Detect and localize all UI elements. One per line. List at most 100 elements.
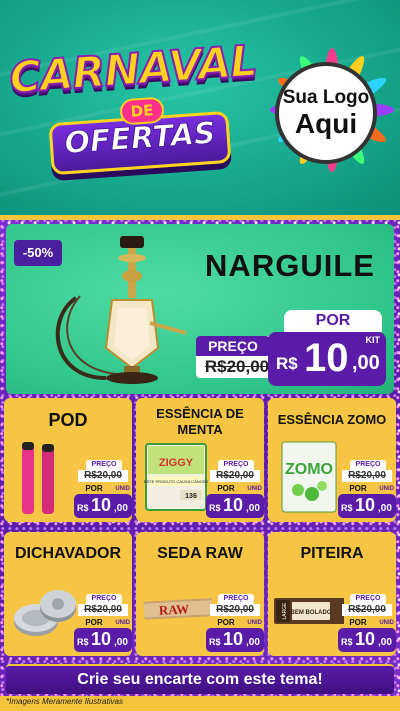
product-card-piteira[interactable]: PITEIRA LARGE BEM BOLADO PREÇO R$20,00 P… — [268, 532, 396, 656]
filter-tips-image: LARGE BEM BOLADO — [274, 598, 344, 624]
price-unit: UNID — [379, 620, 394, 626]
price-label: PREÇO — [218, 594, 254, 604]
price-currency: R$ — [209, 637, 221, 647]
old-price: R$20,00 — [78, 604, 128, 616]
price-integer: 10 — [91, 629, 112, 649]
cta-banner[interactable]: Crie seu encarte com este tema! — [6, 664, 394, 694]
current-price: R$ 10 ,00 UNID — [338, 486, 396, 518]
zomo-essence-image: ZOMO — [281, 441, 337, 513]
logo-text-line1: Sua Logo — [282, 87, 370, 108]
logo-circle: Sua Logo Aqui — [275, 62, 377, 164]
price-decimal: ,00 — [246, 637, 260, 648]
old-price: R$20,00 — [210, 604, 260, 616]
por-label: POR — [217, 618, 235, 627]
product-name: PITEIRA — [300, 545, 364, 562]
pack-size-label: LARGE — [282, 602, 288, 620]
price-unit: UNID — [115, 486, 130, 492]
price-currency: R$ — [276, 354, 298, 373]
logo-placeholder[interactable]: Sua Logo Aqui — [255, 40, 395, 190]
product-name: ESSÊNCIA DE MENTA — [156, 406, 244, 437]
product-name: SEDA RAW — [157, 545, 243, 562]
mint-essence-image: ZIGGY ESTE PRODUTO CAUSA CÂNCER 136 — [144, 443, 208, 511]
price-decimal: ,00 — [378, 503, 392, 514]
price-integer: 10 — [223, 495, 244, 515]
por-label: POR — [217, 484, 235, 493]
price-unit: UNID — [115, 620, 130, 626]
price-currency: R$ — [209, 503, 221, 513]
pack-brand-label: BEM BOLADO — [291, 610, 332, 616]
current-price: R$ 10 ,00 UNID — [206, 620, 264, 652]
gold-divider — [0, 215, 400, 220]
title-de-badge: DE — [119, 96, 165, 126]
featured-product-name: NARGUILE — [205, 248, 375, 283]
product-card-seda-raw[interactable]: SEDA RAW RAW PREÇO R$20,00 POR R$ 10 ,00… — [136, 532, 264, 656]
por-label: POR — [349, 484, 367, 493]
disclaimer-text: *Imagens Meramente Ilustrativas — [6, 697, 123, 706]
product-name: POD — [48, 410, 88, 430]
por-label: POR — [85, 484, 103, 493]
product-name: DICHAVADOR — [14, 545, 122, 562]
price-integer: 10 — [223, 629, 244, 649]
price-integer: 10 — [91, 495, 112, 515]
por-label: POR — [284, 310, 382, 332]
current-price: R$ 10 ,00 UNID — [338, 620, 396, 652]
price-tag: PREÇO R$20,00 POR R$ 10 ,00 UNID — [74, 594, 132, 652]
current-price: R$ 10 ,00 UNID — [74, 620, 132, 652]
price-label: PREÇO — [218, 460, 254, 470]
pack-code-label: 136 — [185, 493, 197, 500]
price-decimal: ,00 — [246, 503, 260, 514]
price-decimal: ,00 — [114, 637, 128, 648]
price-tag: PREÇO R$20,00 POR R$ 10 ,00 UNID — [206, 594, 264, 652]
price-unit: KIT — [365, 335, 381, 345]
pod-device-image — [22, 442, 54, 514]
price-decimal: ,00 — [352, 352, 380, 374]
old-price-value: R$20,00 — [204, 357, 270, 376]
grinder-image — [14, 590, 76, 636]
old-price: R$20,00 — [210, 470, 260, 482]
rolling-paper-image: RAW — [143, 597, 212, 620]
price-currency: R$ — [341, 503, 353, 513]
product-card-essencia-menta[interactable]: ESSÊNCIA DE MENTA ZIGGY ESTE PRODUTO CAU… — [136, 398, 264, 522]
price-integer: 10 — [355, 495, 376, 515]
pack-brand-label: RAW — [158, 601, 189, 618]
current-price: R$ 10 ,00 UNID — [206, 486, 264, 518]
pack-warning-label: ESTE PRODUTO CAUSA CÂNCER — [144, 479, 208, 484]
price-label: PREÇO — [86, 594, 122, 604]
price-label: PREÇO — [86, 460, 122, 470]
product-name: ESSÊNCIA ZOMO — [277, 412, 387, 427]
header-banner: CARNAVAL DE OFERTAS Sua Logo Aqui — [0, 0, 400, 215]
price-decimal: ,00 — [378, 637, 392, 648]
product-card-essencia-zomo[interactable]: ESSÊNCIA ZOMO ZOMO PREÇO R$20,00 POR R$ … — [268, 398, 396, 522]
price-currency: R$ — [77, 637, 89, 647]
price-unit: UNID — [247, 486, 262, 492]
pack-brand-label: ZOMO — [285, 461, 333, 478]
price-tag: PREÇO R$20,00 POR R$ 10 ,00 UNID — [338, 460, 396, 518]
price-integer: 10 — [355, 629, 376, 649]
product-card-dichavador[interactable]: DICHAVADOR PREÇO R$20,00 POR R$ 10 ,00 U… — [4, 532, 132, 656]
old-price: R$20,00 — [342, 604, 392, 616]
pack-brand-label: ZIGGY — [159, 457, 194, 469]
title-carnaval: CARNAVAL — [7, 35, 259, 104]
price-unit: UNID — [247, 620, 262, 626]
featured-product-card[interactable]: -50% NARGUILE PREÇO R$20,00 POR R$ 10 ,0… — [6, 224, 394, 394]
price-currency: R$ — [341, 637, 353, 647]
logo-text-line2: Aqui — [294, 108, 358, 139]
old-price: R$20,00 — [342, 470, 392, 482]
price-decimal: ,00 — [114, 503, 128, 514]
price-tag: PREÇO R$20,00 POR R$ 10 ,00 UNID — [74, 460, 132, 518]
event-title: CARNAVAL DE OFERTAS — [4, 35, 264, 180]
featured-price-tag: R$ 10 ,00 KIT — [268, 332, 386, 386]
price-currency: R$ — [77, 503, 89, 513]
price-label: PREÇO — [350, 460, 386, 470]
product-card-pod[interactable]: POD PREÇO R$20,00 POR R$ 10 ,00 UNID — [4, 398, 132, 522]
discount-badge: -50% — [14, 240, 62, 266]
price-label: PREÇO — [350, 594, 386, 604]
old-price: R$20,00 — [78, 470, 128, 482]
old-price-label: PREÇO — [196, 336, 270, 356]
por-label: POR — [85, 618, 103, 627]
price-tag: PREÇO R$20,00 POR R$ 10 ,00 UNID — [206, 460, 264, 518]
por-label: POR — [349, 618, 367, 627]
price-tag: PREÇO R$20,00 POR R$ 10 ,00 UNID — [338, 594, 396, 652]
price-unit: UNID — [379, 486, 394, 492]
hookah-image — [55, 236, 187, 384]
